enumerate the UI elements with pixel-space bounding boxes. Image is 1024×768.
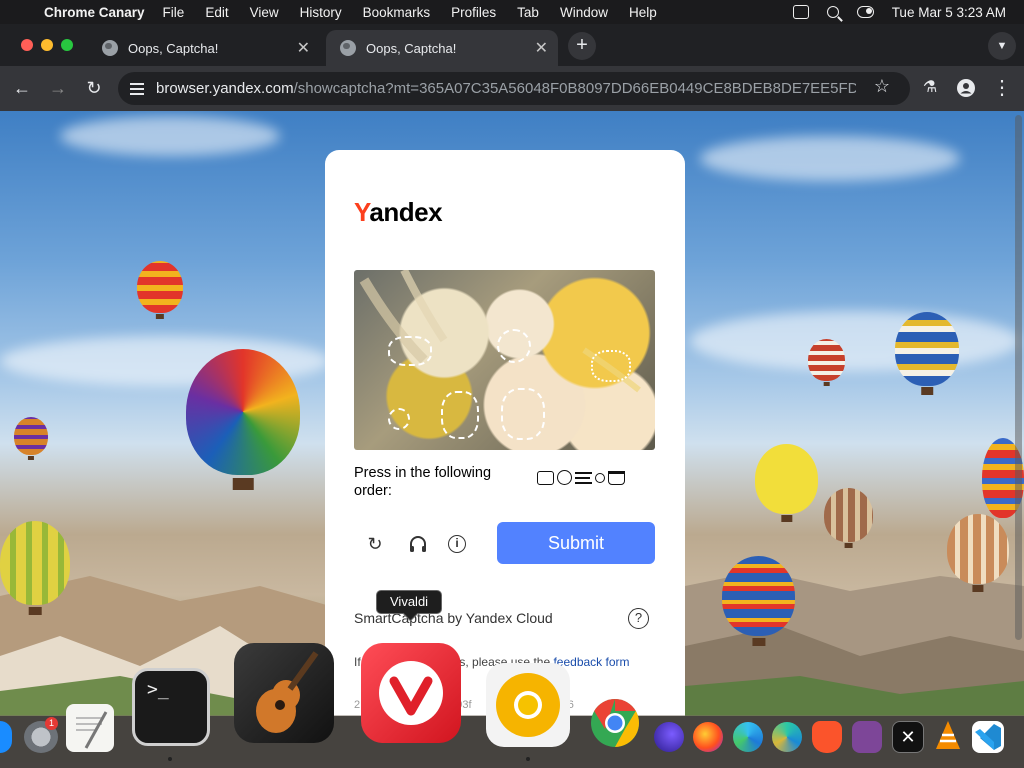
url-path: /showcaptcha?mt=365A07C35A56048F0B8097DD… xyxy=(293,80,856,97)
more-menu-icon[interactable]: ⋮ xyxy=(988,74,1016,102)
hot-air-balloon xyxy=(755,444,818,523)
screen-mirroring-icon[interactable] xyxy=(792,5,809,19)
capcut-icon[interactable]: ✕ xyxy=(892,721,924,753)
globe-icon xyxy=(340,40,356,56)
lines-icon xyxy=(575,471,592,484)
tab-close-icon[interactable]: ✕ xyxy=(535,38,548,58)
textedit-icon[interactable] xyxy=(66,704,114,752)
menu-tab[interactable]: Tab xyxy=(517,5,539,20)
yandex-logo: Yandex xyxy=(354,197,443,227)
site-info-icon[interactable] xyxy=(130,82,144,95)
info-icon[interactable]: i xyxy=(448,535,466,553)
macos-menubar: Chrome Canary File Edit View History Boo… xyxy=(0,0,1024,24)
menubar-clock[interactable]: Tue Mar 5 3:23 AM xyxy=(892,5,1006,20)
menu-file[interactable]: File xyxy=(163,5,185,20)
captcha-order-icons xyxy=(537,470,625,485)
hot-air-balloon xyxy=(0,521,70,616)
terminal-icon[interactable]: >_ xyxy=(132,668,210,746)
hot-air-balloon xyxy=(808,339,845,387)
captcha-card: Yandex Press in the following order: ↻ i… xyxy=(325,150,685,716)
tor-browser-icon[interactable] xyxy=(852,721,882,753)
captcha-target-circle[interactable] xyxy=(497,329,531,363)
window-minimize-button[interactable] xyxy=(41,39,53,51)
microsoft-edge-icon[interactable] xyxy=(733,722,763,752)
microsoft-edge-canary-icon[interactable] xyxy=(772,722,802,752)
firefox-icon[interactable] xyxy=(693,722,723,752)
new-tab-button[interactable]: + xyxy=(568,32,596,60)
url-host: browser.yandex.com xyxy=(156,80,294,97)
menu-bookmarks[interactable]: Bookmarks xyxy=(363,5,431,20)
captcha-target-lines[interactable] xyxy=(591,350,631,382)
garageband-icon[interactable] xyxy=(234,643,334,743)
background-cloud xyxy=(60,116,280,156)
chrome-canary-icon[interactable] xyxy=(486,663,570,747)
tab-strip: Oops, Captcha! ✕ Oops, Captcha! ✕ + ▼ xyxy=(0,24,1024,66)
hot-air-balloon xyxy=(947,514,1009,593)
menu-history[interactable]: History xyxy=(300,5,342,20)
window-zoom-button[interactable] xyxy=(61,39,73,51)
captcha-target-camera[interactable] xyxy=(388,336,432,366)
tab-captcha-1[interactable]: Oops, Captcha! ✕ xyxy=(88,30,320,66)
hot-air-balloon xyxy=(824,488,873,549)
reload-icon[interactable]: ↻ xyxy=(80,74,108,102)
menu-view[interactable]: View xyxy=(250,5,279,20)
refresh-captcha-icon[interactable]: ↻ xyxy=(363,532,387,556)
menu-help[interactable]: Help xyxy=(629,5,657,20)
bookmark-star-icon[interactable]: ☆ xyxy=(874,76,890,97)
captcha-target-pin[interactable] xyxy=(388,408,410,430)
hot-air-balloon xyxy=(137,261,183,320)
camera-icon xyxy=(537,470,554,485)
tab-captcha-2[interactable]: Oops, Captcha! ✕ xyxy=(326,30,558,66)
page-viewport: Yandex Press in the following order: ↻ i… xyxy=(0,111,1024,716)
firefox-developer-icon[interactable] xyxy=(654,722,684,752)
tab-search-chevron-icon[interactable]: ▼ xyxy=(988,32,1016,60)
tab-title: Oops, Captcha! xyxy=(366,40,457,56)
hot-air-balloon xyxy=(895,312,959,395)
running-indicator xyxy=(526,757,530,761)
tab-title: Oops, Captcha! xyxy=(128,40,219,56)
brave-icon[interactable] xyxy=(812,721,842,753)
settings-badge: 1 xyxy=(45,717,58,730)
vlc-icon[interactable] xyxy=(932,719,964,753)
back-arrow-icon[interactable]: ← xyxy=(8,74,36,102)
control-center-icon[interactable] xyxy=(856,6,874,18)
captcha-target-basket[interactable] xyxy=(441,391,479,439)
globe-icon xyxy=(102,40,118,56)
menu-profiles[interactable]: Profiles xyxy=(451,5,496,20)
google-chrome-icon[interactable] xyxy=(589,697,641,749)
menu-edit[interactable]: Edit xyxy=(205,5,228,20)
hot-air-balloon xyxy=(186,349,300,491)
window-close-button[interactable] xyxy=(21,39,33,51)
url-text[interactable]: browser.yandex.com/showcaptcha?mt=365A07… xyxy=(156,80,856,97)
address-bar[interactable]: browser.yandex.com/showcaptcha?mt=365A07… xyxy=(118,72,910,105)
pin-icon xyxy=(595,472,605,483)
vivaldi-icon[interactable] xyxy=(361,643,461,743)
page-scrollbar[interactable] xyxy=(1015,115,1022,640)
forward-arrow-icon[interactable]: → xyxy=(44,74,72,102)
captcha-image[interactable] xyxy=(354,270,655,450)
menu-app-name[interactable]: Chrome Canary xyxy=(44,5,145,20)
running-indicator xyxy=(168,757,172,761)
help-icon[interactable]: ? xyxy=(628,608,649,629)
hot-air-balloon xyxy=(722,556,795,646)
menu-window[interactable]: Window xyxy=(560,5,608,20)
basket-icon xyxy=(608,470,625,485)
submit-button[interactable]: Submit xyxy=(497,522,655,564)
hot-air-balloon xyxy=(14,417,48,460)
profile-avatar-icon[interactable] xyxy=(952,74,980,102)
captcha-target-extra[interactable] xyxy=(501,388,545,440)
background-cloud xyxy=(700,136,960,181)
audio-captcha-icon[interactable] xyxy=(406,532,430,556)
tab-close-icon[interactable]: ✕ xyxy=(297,38,310,58)
browser-toolbar: ← → ↻ browser.yandex.com/showcaptcha?mt=… xyxy=(0,66,1024,111)
vscode-icon[interactable] xyxy=(972,721,1004,753)
background-cloud xyxy=(690,311,1020,371)
labs-flask-icon[interactable]: ⚗ xyxy=(916,74,944,102)
captcha-instruction: Press in the following order: xyxy=(354,465,492,499)
target-icon xyxy=(557,470,572,485)
dock-tooltip: Vivaldi xyxy=(376,590,443,614)
spotlight-search-icon[interactable] xyxy=(826,6,839,18)
